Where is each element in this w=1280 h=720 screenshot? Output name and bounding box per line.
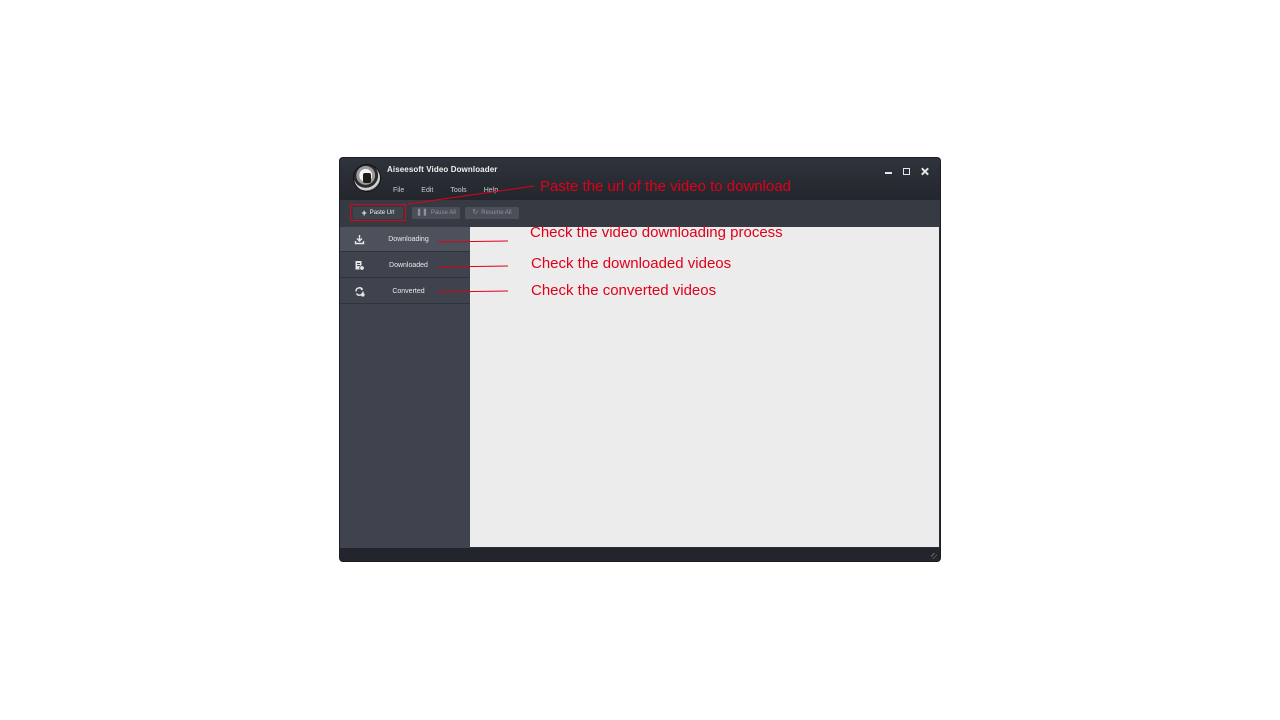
menu-file[interactable]: File (393, 187, 404, 197)
sidebar-item-label: Downloading (388, 236, 429, 243)
sidebar-item-downloaded[interactable]: Downloaded (340, 253, 470, 278)
maximize-icon[interactable] (900, 166, 914, 178)
sidebar: Downloading Downloaded Converted (340, 227, 470, 548)
screenshot-stage: Aiseesoft Video Downloader File Edit Too… (0, 0, 1280, 720)
pause-icon: ❚❚ (416, 209, 428, 216)
download-icon (354, 234, 365, 245)
annotation-converted: Check the converted videos (531, 282, 717, 299)
close-icon[interactable] (918, 166, 932, 178)
annotation-downloading: Check the video downloading process (530, 224, 783, 241)
minimize-icon[interactable] (882, 166, 896, 178)
app-window: Aiseesoft Video Downloader File Edit Too… (340, 158, 940, 561)
sidebar-item-label: Converted (392, 288, 425, 295)
sidebar-item-downloading[interactable]: Downloading (340, 227, 470, 252)
menu-edit[interactable]: Edit (421, 187, 433, 197)
refresh-icon: ↻ (472, 209, 479, 216)
annotation-downloaded: Check the downloaded videos (531, 255, 732, 272)
sidebar-item-label: Downloaded (389, 262, 428, 269)
app-title: Aiseesoft Video Downloader (387, 165, 498, 174)
resume-all-button[interactable]: ↻ Resume All (465, 207, 519, 219)
resize-grip-icon[interactable] (931, 553, 937, 559)
resume-all-label: Resume All (481, 210, 512, 216)
app-logo-icon (354, 165, 380, 191)
convert-icon (354, 286, 365, 297)
sidebar-item-converted[interactable]: Converted (340, 279, 470, 304)
menu-bar: File Edit Tools Help (393, 187, 515, 197)
menu-tools[interactable]: Tools (450, 187, 466, 197)
status-bar (340, 548, 940, 561)
window-controls (878, 166, 932, 178)
toolbar: + Paste Url ❚❚ Pause All ↻ Resume All (340, 200, 940, 227)
menu-help[interactable]: Help (484, 187, 498, 197)
paste-url-highlight (350, 204, 406, 221)
pause-all-label: Pause All (430, 210, 456, 216)
pause-all-button[interactable]: ❚❚ Pause All (412, 207, 460, 219)
annotation-paste: Paste the url of the video to download (540, 178, 792, 195)
content-area (470, 227, 939, 547)
downloaded-file-icon (354, 260, 365, 271)
